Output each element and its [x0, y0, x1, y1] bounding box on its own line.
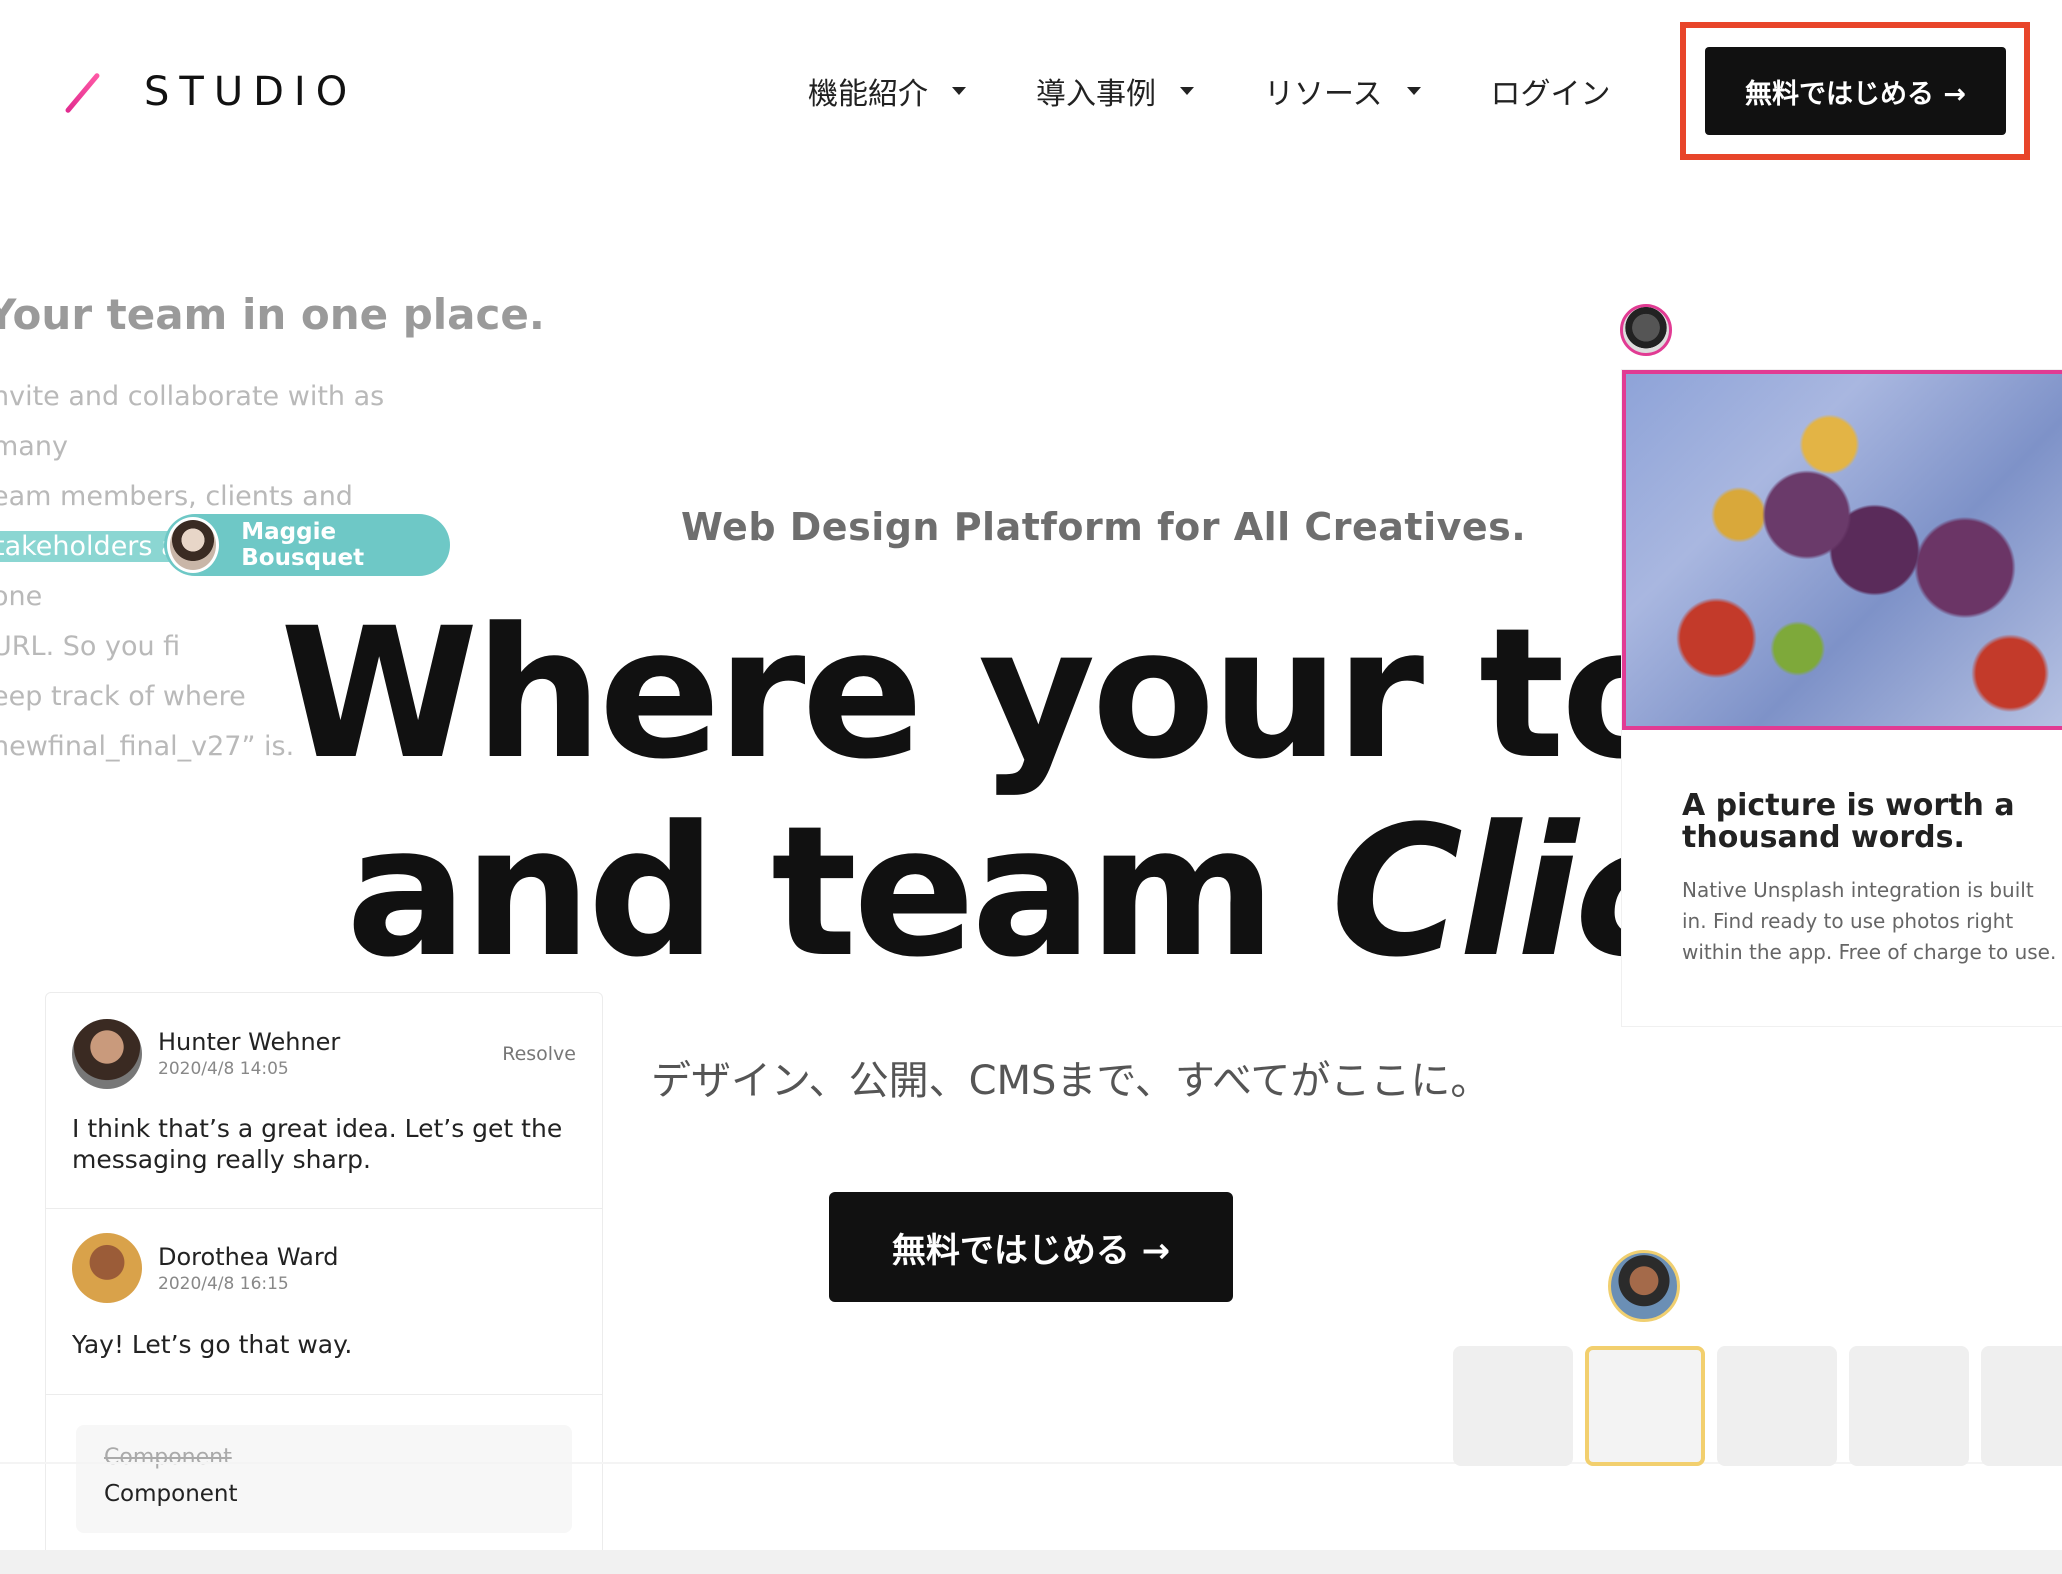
thumbnail-selected[interactable]	[1585, 1346, 1705, 1466]
header-cta-button[interactable]: 無料ではじめる →	[1705, 47, 2006, 135]
comment-item: Dorothea Ward 2020/4/8 16:15 Yay! Let’s …	[46, 1209, 602, 1395]
headline-line-2-a: and team	[346, 788, 1331, 997]
card-title: A picture is worth a thousand words.	[1682, 788, 2015, 855]
still-life-painting-image	[1622, 370, 2062, 730]
avatar	[1620, 304, 1672, 356]
page: STUDIO 機能紹介 導入事例 リソース ログイン 無料ではじめる → You…	[0, 0, 2062, 1574]
nav-item-label: リソース	[1264, 77, 1383, 112]
component-old-name: Component	[104, 1445, 232, 1470]
thumbnail[interactable]	[1453, 1346, 1573, 1466]
comment-author: Hunter Wehner	[158, 1028, 341, 1056]
collaborator-cursor-tag: Maggie Bousquet	[164, 514, 450, 576]
avatar	[72, 1233, 142, 1303]
avatar	[167, 517, 220, 573]
thumbnail[interactable]	[1849, 1346, 1969, 1466]
comment-item: Hunter Wehner 2020/4/8 14:05 Resolve I t…	[46, 993, 602, 1209]
main-nav: 機能紹介 導入事例 リソース ログイン	[808, 66, 1611, 116]
component-rename-box[interactable]: Component Component	[76, 1425, 572, 1533]
comment-timestamp: 2020/4/8 14:05	[158, 1059, 289, 1079]
thumbnail[interactable]	[1981, 1346, 2062, 1466]
card-body: Native Unsplash integration is built in.…	[1682, 878, 2057, 964]
nav-item-label: 機能紹介	[808, 77, 928, 112]
comment-text: I think that’s a great idea. Let’s get t…	[72, 1114, 563, 1174]
caret-down-icon	[952, 87, 966, 95]
caret-down-icon	[1180, 87, 1194, 95]
nav-item-features[interactable]: 機能紹介	[808, 69, 966, 113]
component-new-name: Component	[104, 1481, 238, 1507]
avatar	[1608, 1250, 1680, 1322]
hero-subtitle: Web Design Platform for All Creatives.	[681, 505, 1527, 549]
resolve-button[interactable]: Resolve	[502, 1043, 576, 1065]
thumbnail[interactable]	[1717, 1346, 1837, 1466]
hero-japanese-subtitle: デザイン、公開、CMSまで、すべてがここに。	[651, 1058, 1491, 1104]
comment-text: Yay! Let’s go that way.	[72, 1330, 353, 1359]
unsplash-card: A picture is worth a thousand words. Nat…	[1622, 370, 2062, 1026]
logo-text: STUDIO	[144, 69, 358, 115]
bottom-bar	[0, 1550, 2062, 1574]
logo[interactable]: STUDIO	[60, 69, 358, 115]
hero-cta-button[interactable]: 無料ではじめる →	[829, 1192, 1233, 1302]
studio-logo-icon	[60, 70, 104, 114]
comment-timestamp: 2020/4/8 16:15	[158, 1274, 289, 1294]
caret-down-icon	[1406, 87, 1421, 95]
nav-item-resources[interactable]: リソース	[1264, 69, 1421, 113]
comments-panel: Hunter Wehner 2020/4/8 14:05 Resolve I t…	[45, 992, 603, 1574]
nav-item-cases[interactable]: 導入事例	[1036, 69, 1194, 113]
collaborator-name: Maggie Bousquet	[241, 519, 365, 571]
comment-author: Dorothea Ward	[158, 1243, 339, 1271]
team-line-1: nvite and collaborate with as many	[0, 381, 385, 462]
nav-item-label: 導入事例	[1036, 77, 1156, 112]
avatar	[72, 1019, 142, 1089]
team-title: Your team in one place.	[0, 290, 545, 339]
login-link[interactable]: ログイン	[1491, 69, 1611, 113]
